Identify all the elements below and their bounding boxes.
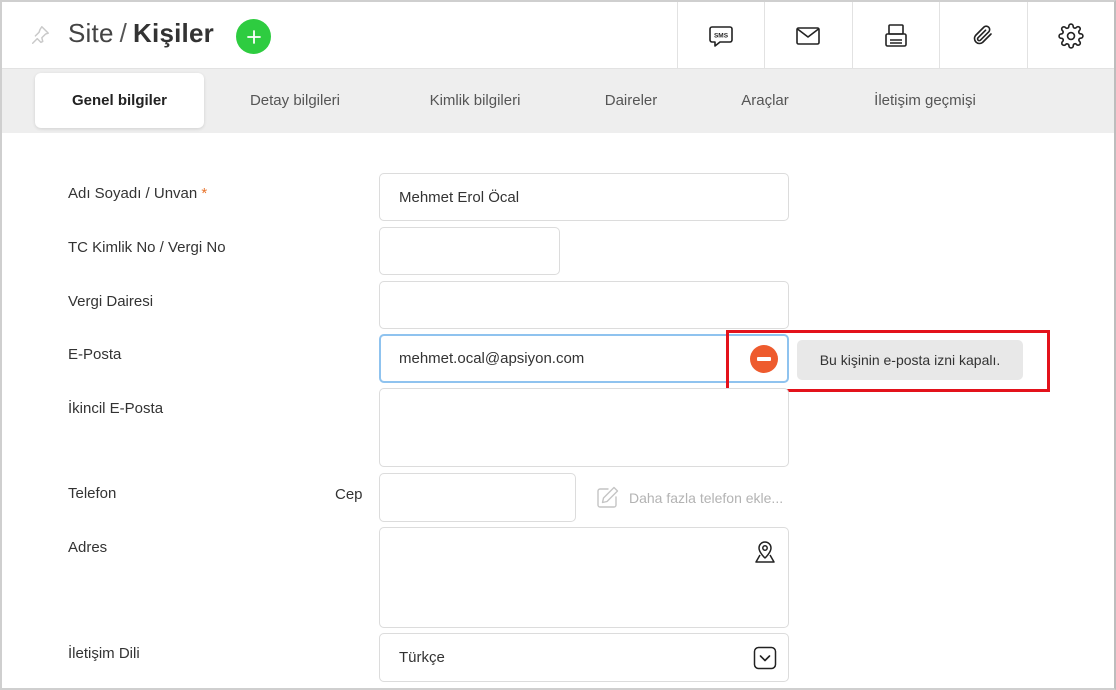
tab-daireler[interactable]: Daireler: [584, 73, 678, 128]
chevron-down-icon[interactable]: [753, 646, 777, 670]
tab-iletisim-gecmisi[interactable]: İletişim geçmişi: [850, 73, 1000, 128]
tax-office-label: Vergi Dairesi: [68, 293, 154, 310]
sms-button[interactable]: SMS: [676, 2, 765, 69]
page-title: Site / Kişiler: [68, 18, 214, 49]
add-more-phone-link[interactable]: Daha fazla telefon ekle...: [595, 485, 783, 510]
phone-input[interactable]: [379, 473, 576, 522]
app-window: Site / Kişiler SMS Genel bilgiler Detay …: [0, 0, 1116, 690]
required-mark: *: [201, 185, 208, 202]
add-more-phone-label: Daha fazla telefon ekle...: [629, 489, 784, 506]
gear-icon: [1058, 22, 1084, 49]
pin-icon[interactable]: [29, 24, 51, 46]
tc-input[interactable]: [379, 227, 560, 275]
phone-label: Telefon: [68, 485, 117, 502]
email2-input[interactable]: [379, 388, 789, 467]
print-button[interactable]: [851, 2, 940, 69]
email-label: E-Posta: [68, 346, 122, 363]
paperclip-icon: [973, 24, 993, 44]
breadcrumb-separator: /: [119, 18, 128, 48]
tax-office-input[interactable]: [379, 281, 789, 329]
plus-icon: [246, 29, 261, 44]
sms-icon: SMS: [708, 25, 733, 47]
printer-icon: [884, 23, 907, 47]
address-label: Adres: [68, 539, 108, 556]
name-input[interactable]: Mehmet Erol Öcal: [379, 173, 789, 221]
tab-detay-bilgileri[interactable]: Detay bilgileri: [227, 73, 363, 128]
phone-type-label: Cep: [335, 486, 363, 503]
edit-icon: [597, 486, 619, 508]
tc-label: TC Kimlik No / Vergi No: [68, 239, 226, 256]
map-pin-icon[interactable]: [753, 540, 777, 564]
language-select[interactable]: Türkçe: [379, 633, 789, 682]
page-title-text: Kişiler: [133, 18, 214, 48]
tab-genel-bilgiler[interactable]: Genel bilgiler: [35, 73, 204, 128]
language-label: İletişim Dili: [68, 645, 140, 662]
annotation-highlight-box: [726, 330, 1050, 392]
page-header: Site / Kişiler SMS: [2, 2, 1114, 69]
name-label-text: Adı Soyadı / Unvan: [68, 185, 198, 202]
email2-label: İkincil E-Posta: [68, 400, 164, 417]
address-input[interactable]: [379, 527, 789, 628]
mail-button[interactable]: [764, 2, 852, 69]
settings-button[interactable]: [1026, 2, 1115, 69]
attachment-button[interactable]: [939, 2, 1027, 69]
tab-kimlik-bilgileri[interactable]: Kimlik bilgileri: [407, 73, 543, 128]
breadcrumb-root[interactable]: Site: [68, 18, 114, 48]
mail-icon: [796, 26, 821, 45]
add-contact-button[interactable]: [236, 19, 271, 54]
name-label: Adı Soyadı / Unvan *: [68, 185, 207, 202]
tab-bar: Genel bilgiler Detay bilgileri Kimlik bi…: [2, 69, 1114, 133]
tab-araclar[interactable]: Araçlar: [720, 73, 810, 128]
sms-badge-text: SMS: [714, 32, 729, 39]
toolbar: SMS: [676, 2, 1115, 69]
